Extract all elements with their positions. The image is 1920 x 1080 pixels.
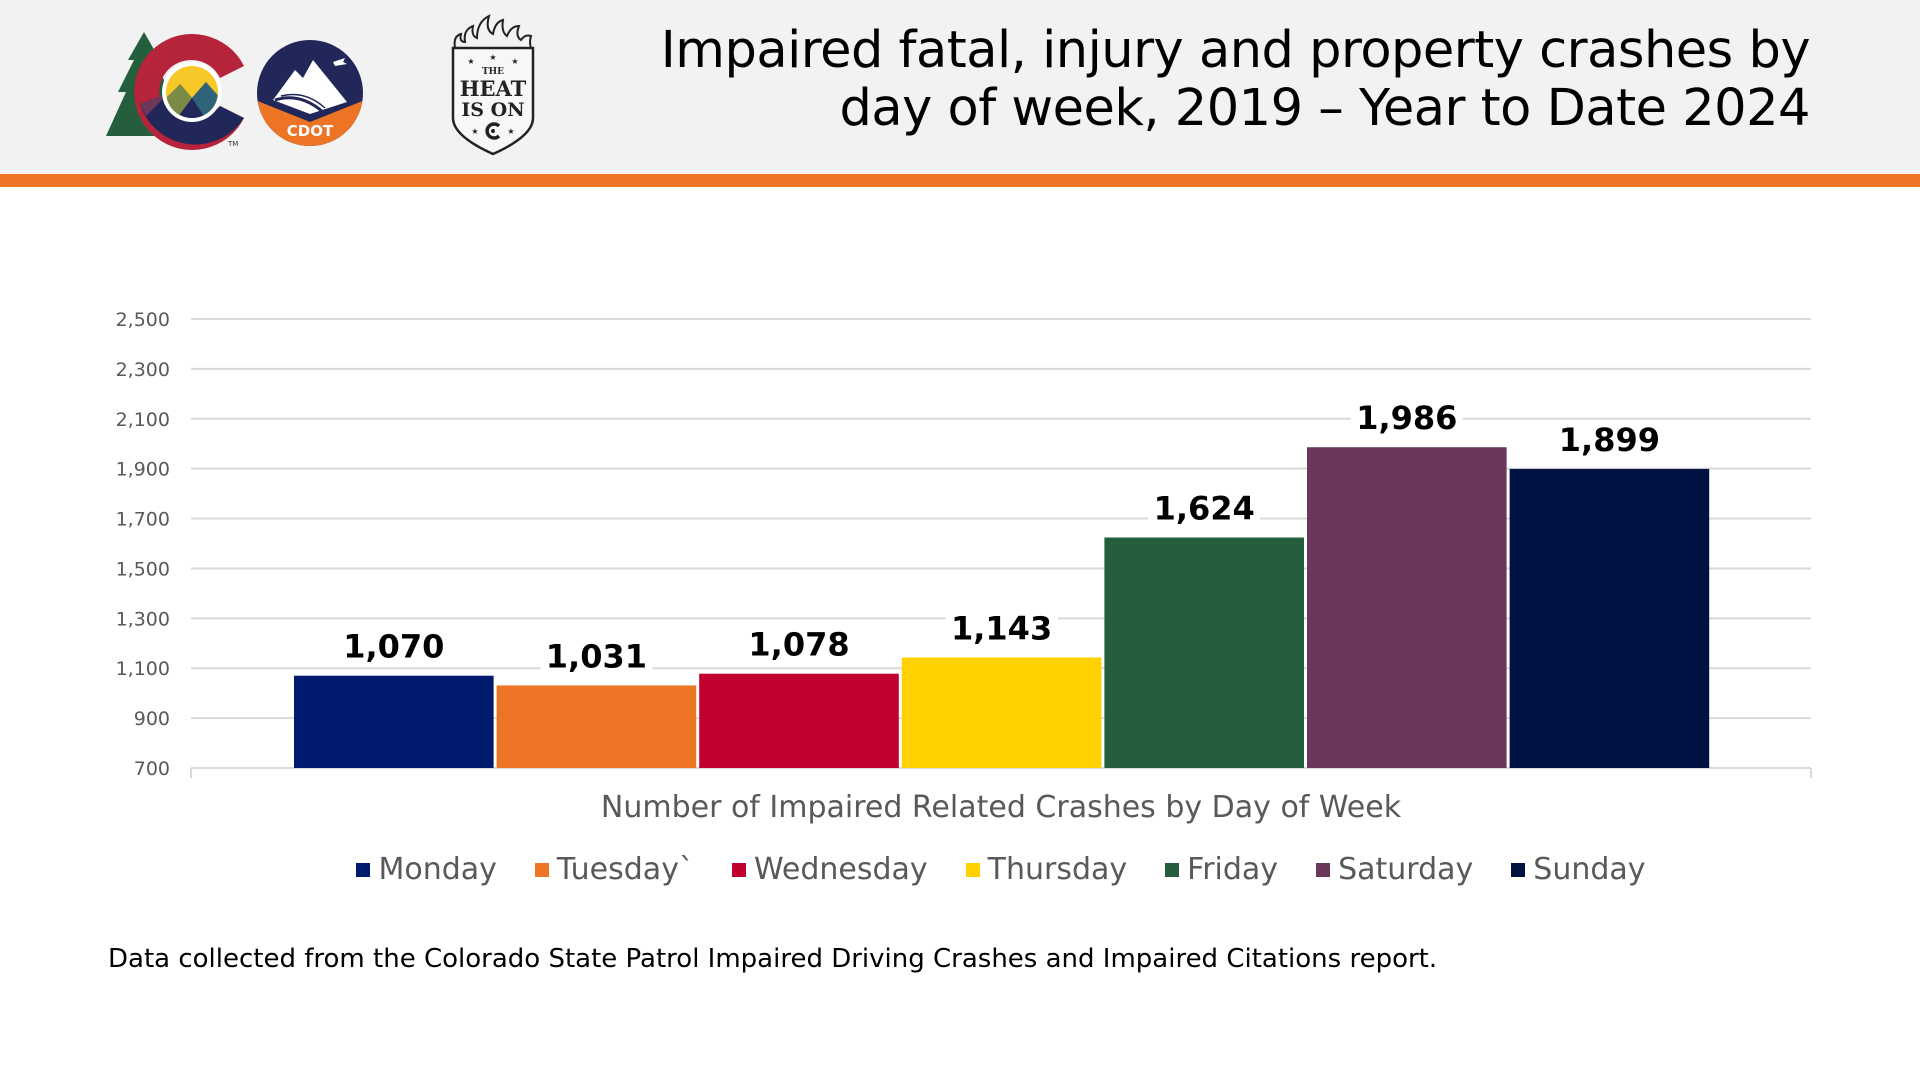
y-tick-label: 1,100 [116,658,170,680]
data-label: 1,143 [951,609,1052,647]
legend-label: Sunday [1533,852,1646,887]
legend-swatch-icon [534,862,549,877]
data-label: 1,624 [1154,490,1255,528]
bar-tuesday [496,685,697,768]
bar-friday [1104,537,1304,768]
data-label: 1,078 [748,626,849,664]
legend-item: Saturday [1316,852,1473,887]
bar-saturday [1307,447,1507,768]
bar-sunday [1509,468,1710,768]
legend-label: Tuesday` [556,852,694,887]
bar-chart: 700 900 1,100 1,300 1,500 1,700 1,900 2,100 2,30… [116,309,1812,780]
y-tick-label: 2,300 [116,359,170,381]
bar-wednesday [699,673,899,768]
y-tick-label: 2,500 [116,309,170,331]
data-label: 1,986 [1356,399,1457,437]
y-axis-ticks: 700 900 1,100 1,300 1,500 1,700 1,900 2,100 2,30… [116,309,170,780]
legend-swatch-icon [965,862,980,877]
legend-label: Saturday [1338,852,1474,887]
legend-item: Tuesday` [534,852,694,887]
legend-item: Monday [356,852,497,887]
y-tick-label: 1,700 [116,509,170,531]
legend-label: Thursday [987,852,1128,887]
legend-item: Friday [1165,852,1278,887]
y-tick-label: 1,900 [116,459,170,481]
chart-legend: Monday Tuesday` Wednesday Thursday Friday Sat… [191,852,1811,887]
data-label: 1,899 [1559,421,1660,459]
y-tick-label: 1,300 [116,608,170,630]
bar-thursday [901,657,1102,768]
y-tick-label: 1,500 [116,558,170,580]
legend-item: Thursday [965,852,1128,887]
y-tick-label: 2,100 [116,409,170,431]
bars [294,447,1710,768]
legend-item: Wednesday [731,852,928,887]
legend-swatch-icon [1511,862,1526,877]
legend-swatch-icon [1165,862,1180,877]
legend-item: Sunday [1511,852,1646,887]
legend-swatch-icon [356,862,371,877]
y-tick-label: 900 [134,708,170,730]
y-tick-label: 700 [134,758,170,780]
data-label: 1,070 [343,628,444,666]
source-footnote: Data collected from the Colorado State P… [108,944,1438,974]
legend-swatch-icon [1316,862,1331,877]
legend-label: Monday [378,852,497,887]
legend-label: Friday [1187,852,1279,887]
x-axis-title: Number of Impaired Related Crashes by Da… [600,790,1402,825]
data-label: 1,031 [546,637,647,675]
bar-monday [294,675,494,768]
legend-swatch-icon [731,862,746,877]
legend-label: Wednesday [753,852,928,887]
